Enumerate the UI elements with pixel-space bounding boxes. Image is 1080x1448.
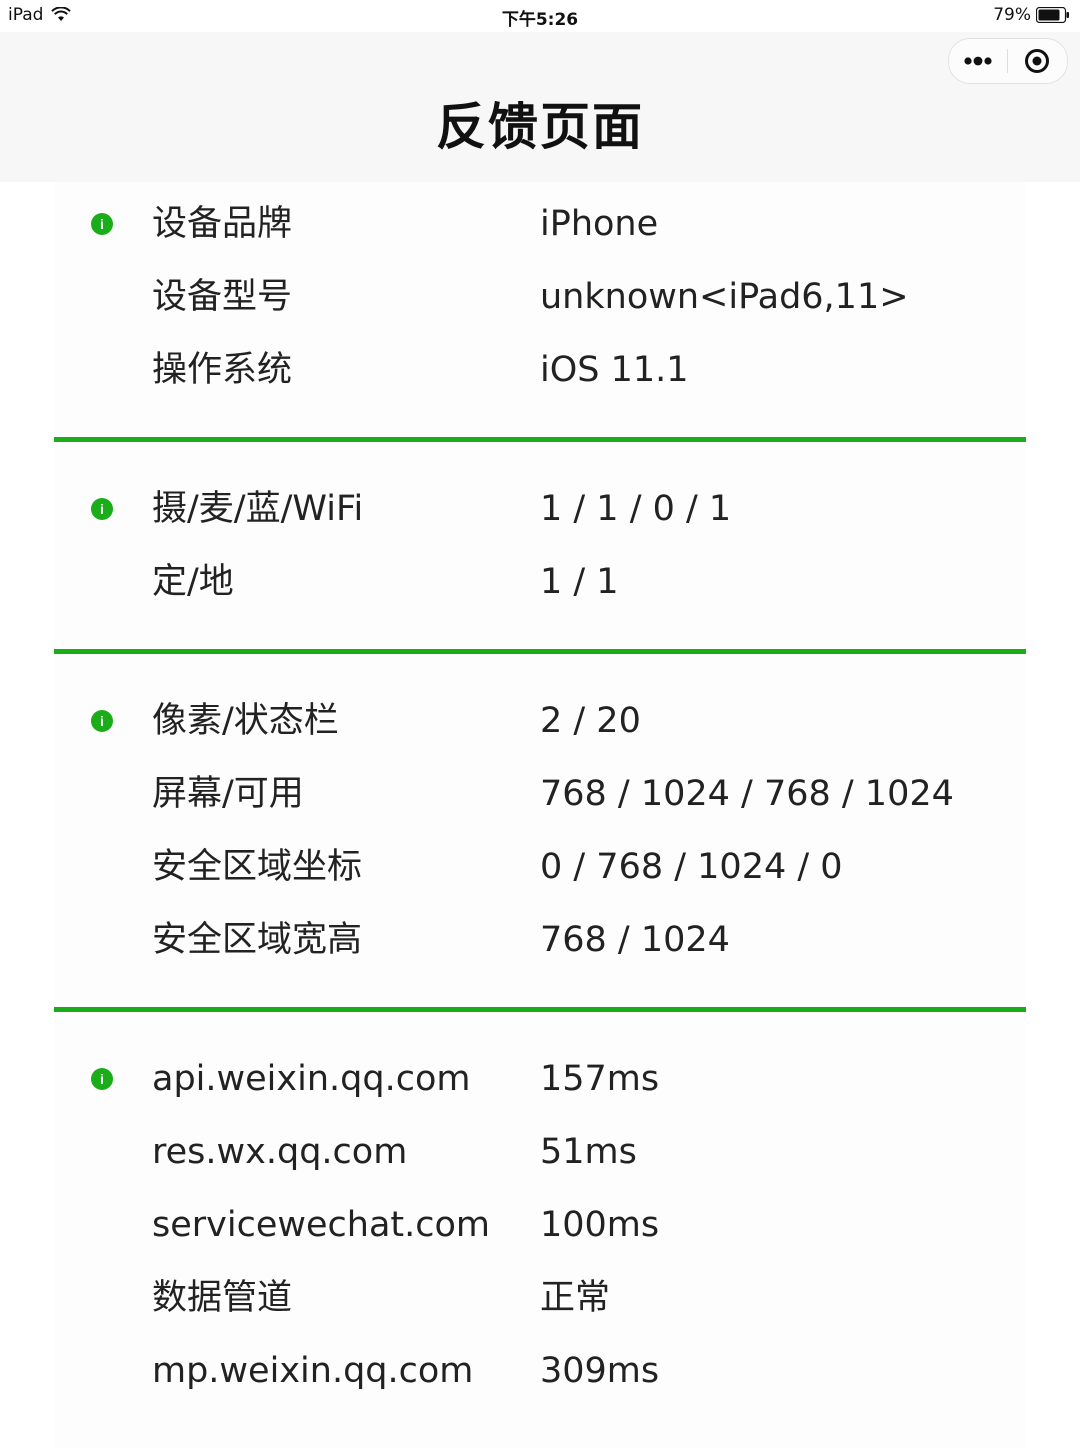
row-value: iPhone	[540, 204, 659, 244]
row-label: 摄/麦/蓝/WiFi	[152, 489, 364, 529]
screen-section: i 像素/状态栏 2 / 20 屏幕/可用 768 / 1024 / 768 /…	[54, 654, 1026, 1007]
battery-percent: 79%	[993, 5, 1031, 25]
info-row: api.weixin.qq.com 157ms	[54, 1043, 1026, 1116]
row-value: 1 / 1	[540, 562, 619, 602]
row-label: 安全区域宽高	[152, 920, 363, 960]
row-label: 安全区域坐标	[152, 847, 363, 887]
row-value: 157ms	[540, 1059, 660, 1099]
close-button[interactable]	[1008, 39, 1066, 83]
mini-program-capsule	[948, 38, 1068, 84]
nav-header: 反馈页面	[0, 32, 1080, 182]
more-button[interactable]	[949, 39, 1007, 83]
status-time: 下午5:26	[501, 10, 579, 30]
row-value: iOS 11.1	[540, 350, 689, 390]
row-label: 屏幕/可用	[152, 774, 304, 814]
info-row: 安全区域坐标 0 / 768 / 1024 / 0	[54, 831, 1026, 904]
row-value: 768 / 1024 / 768 / 1024	[540, 774, 954, 814]
info-row: 操作系统 iOS 11.1	[54, 334, 1026, 407]
row-label: 数据管道	[152, 1278, 293, 1318]
info-row: 定/地 1 / 1	[54, 546, 1026, 619]
row-label: 设备型号	[152, 277, 293, 317]
device-info-section: i 设备品牌 iPhone 设备型号 unknown<iPad6,11> 操作系…	[54, 182, 1026, 437]
row-value: 0 / 768 / 1024 / 0	[540, 847, 843, 887]
row-label: 定/地	[152, 562, 234, 602]
row-label: mp.weixin.qq.com	[152, 1351, 474, 1391]
status-bar: iPad 下午5:26 79%	[0, 0, 1080, 32]
row-label: res.wx.qq.com	[152, 1132, 408, 1172]
info-row: 安全区域宽高 768 / 1024	[54, 904, 1026, 977]
info-row: mp.weixin.qq.com 309ms	[54, 1335, 1026, 1408]
row-label: servicewechat.com	[152, 1205, 491, 1245]
info-row: 像素/状态栏 2 / 20	[54, 685, 1026, 758]
row-value: 1 / 1 / 0 / 1	[540, 489, 732, 529]
info-row: res.wx.qq.com 51ms	[54, 1116, 1026, 1189]
battery-icon	[1036, 7, 1069, 23]
row-label: 设备品牌	[152, 204, 293, 244]
info-row: 屏幕/可用 768 / 1024 / 768 / 1024	[54, 758, 1026, 831]
permissions-section: i 摄/麦/蓝/WiFi 1 / 1 / 0 / 1 定/地 1 / 1	[54, 442, 1026, 649]
row-value: 768 / 1024	[540, 920, 730, 960]
row-value: 100ms	[540, 1205, 660, 1245]
page-title: 反馈页面	[436, 98, 644, 156]
row-value: 309ms	[540, 1351, 660, 1391]
row-value: 正常	[540, 1278, 611, 1318]
close-target-icon	[1025, 49, 1049, 73]
info-row: servicewechat.com 100ms	[54, 1189, 1026, 1262]
row-value: 2 / 20	[540, 701, 641, 741]
status-right: 79%	[993, 5, 1070, 25]
info-row: 设备型号 unknown<iPad6,11>	[54, 261, 1026, 334]
info-row: 数据管道 正常	[54, 1262, 1026, 1335]
more-dots-icon	[964, 56, 992, 66]
row-label: 像素/状态栏	[152, 701, 339, 741]
row-value: 51ms	[540, 1132, 637, 1172]
row-value: unknown<iPad6,11>	[540, 277, 909, 317]
row-label: api.weixin.qq.com	[152, 1059, 471, 1099]
info-row: 设备品牌 iPhone	[54, 188, 1026, 261]
feedback-content: i 设备品牌 iPhone 设备型号 unknown<iPad6,11> 操作系…	[54, 182, 1026, 1448]
row-label: 操作系统	[152, 350, 293, 390]
info-row: 摄/麦/蓝/WiFi 1 / 1 / 0 / 1	[54, 473, 1026, 546]
network-section: i api.weixin.qq.com 157ms res.wx.qq.com …	[54, 1012, 1026, 1448]
